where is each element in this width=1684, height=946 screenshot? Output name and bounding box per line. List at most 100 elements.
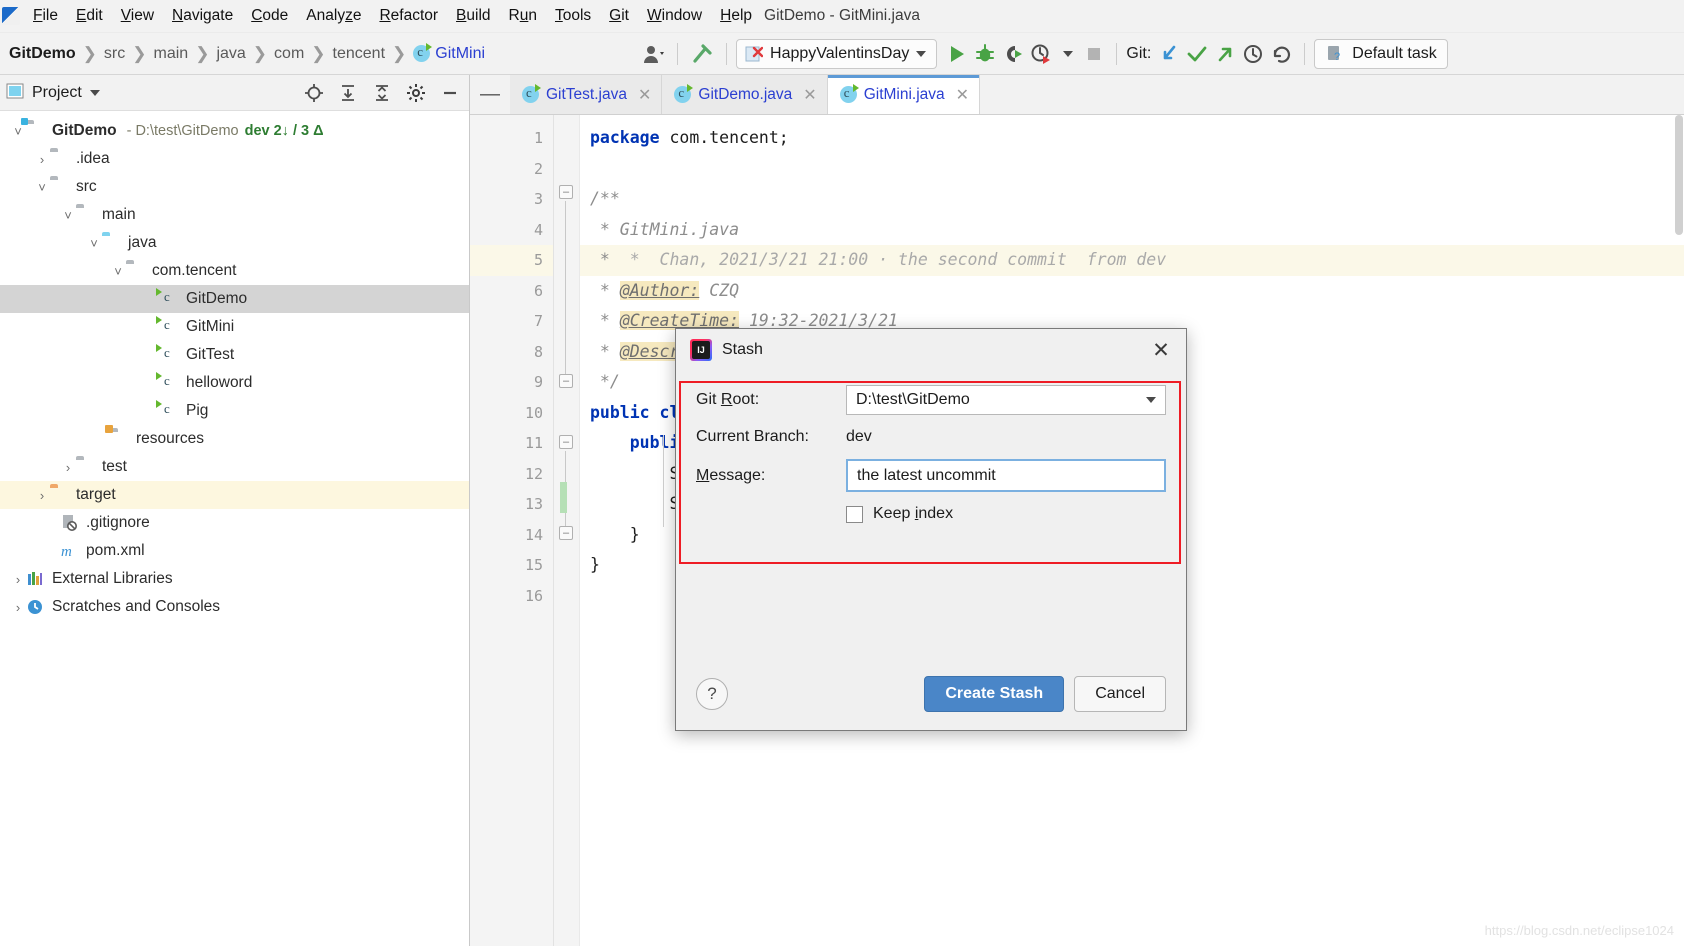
tree-node-gitmini-class[interactable]: GitMini [0,313,469,341]
tree-node-gittest-class[interactable]: GitTest [0,341,469,369]
chevron-right-icon[interactable]: › [10,572,26,587]
task-selector[interactable]: ? Default task [1314,38,1448,69]
menu-analyze[interactable]: Analyze [297,3,370,29]
cancel-button[interactable]: Cancel [1074,676,1166,712]
breadcrumb-item-5[interactable]: tencent [328,45,390,63]
breadcrumb-item-3[interactable]: java [211,45,250,63]
help-button[interactable]: ? [696,678,728,710]
chevron-right-icon[interactable]: › [10,600,26,615]
tree-node-java[interactable]: ˅ java [0,229,469,257]
create-stash-button[interactable]: Create Stash [924,676,1065,712]
tree-node-com-tencent[interactable]: ˅ com.tencent [0,257,469,285]
run-button[interactable] [943,40,971,68]
chevron-down-icon[interactable] [916,50,927,57]
tab-gitdemo-java[interactable]: GitDemo.java ✕ [662,75,828,114]
tree-node-src[interactable]: ˅ src [0,173,469,201]
menu-refactor[interactable]: Refactor [370,3,447,29]
chevron-down-icon[interactable] [1141,390,1161,410]
stash-dialog[interactable]: Stash ✕ Git Root: D:\test\GitDemo Curren… [675,328,1187,731]
chevron-down-icon[interactable] [1055,40,1081,68]
resource-folder-icon [110,430,130,448]
rollback-icon[interactable] [1267,40,1295,68]
hammer-icon[interactable] [687,40,717,68]
menu-edit[interactable]: Edit [67,3,112,29]
debug-button[interactable] [971,40,999,68]
tree-node-gitignore[interactable]: .gitignore [0,509,469,537]
chevron-down-icon[interactable]: ˅ [110,264,126,279]
fold-column[interactable]: – – – – [554,115,580,946]
chevron-right-icon[interactable]: › [60,460,76,475]
fold-collapse-icon[interactable]: – [559,526,573,540]
tree-node-test[interactable]: › test [0,453,469,481]
vcs-change-marker[interactable] [560,482,567,513]
close-icon[interactable]: ✕ [1146,335,1176,365]
fold-expand-icon[interactable]: – [559,374,573,388]
menu-view[interactable]: View [112,3,163,29]
breadcrumb-item-4[interactable]: com [269,45,309,63]
tree-node-helloword-class[interactable]: helloword [0,369,469,397]
hide-panel-icon[interactable] [437,80,463,106]
tree-node-label: java [128,234,157,251]
menu-navigate[interactable]: Navigate [163,3,242,29]
tree-node-main[interactable]: ˅ main [0,201,469,229]
toolbar-divider [1304,42,1306,65]
editor-gutter[interactable]: 1 2 3 4 5 6 7 8 9 10 11 12 13 14 15 16 [470,115,554,946]
expand-all-icon[interactable] [335,80,361,106]
avatar-icon[interactable] [640,40,668,68]
menu-git[interactable]: Git [600,3,638,29]
chevron-right-icon[interactable]: › [34,488,50,503]
settings-gear-icon[interactable] [403,80,429,106]
chevron-down-icon[interactable]: ˅ [10,124,26,139]
tree-node-pom-xml[interactable]: m pom.xml [0,537,469,565]
git-commit-icon[interactable] [1183,40,1211,68]
hide-editor-icon[interactable]: — [470,75,510,114]
tree-node-scratches-and-consoles[interactable]: › Scratches and Consoles [0,593,469,621]
chevron-right-icon[interactable]: › [34,152,50,167]
tree-node-gitdemo-class[interactable]: GitDemo [0,285,469,313]
profiler-button[interactable] [1027,40,1055,68]
menu-help[interactable]: Help [711,3,761,29]
run-with-coverage-button[interactable] [999,40,1027,68]
fold-collapse-icon[interactable]: – [559,185,573,199]
menu-build[interactable]: Build [447,3,499,29]
run-configuration-selector[interactable]: HappyValentinsDay [736,38,938,69]
message-input[interactable]: the latest uncommit [846,459,1166,492]
history-icon[interactable] [1239,40,1267,68]
dialog-footer: ? Create Stash Cancel [676,658,1186,730]
close-icon[interactable]: ✕ [803,85,816,105]
tree-node-pig-class[interactable]: Pig [0,397,469,425]
tab-gitmini-java[interactable]: GitMini.java ✕ [827,75,981,114]
fold-collapse-icon[interactable]: – [559,435,573,449]
chevron-down-icon[interactable] [89,89,100,96]
chevron-down-icon[interactable]: ˅ [60,208,76,223]
breadcrumb-item-2[interactable]: main [149,45,194,63]
tab-gittest-java[interactable]: GitTest.java ✕ [510,75,663,114]
keep-index-checkbox[interactable] [846,505,863,523]
breadcrumb-item-0[interactable]: GitDemo [4,45,81,63]
menu-tools[interactable]: Tools [546,3,600,29]
tree-node-external-libraries[interactable]: › External Libraries [0,565,469,593]
chevron-down-icon[interactable]: ˅ [86,236,102,251]
project-tree[interactable]: ˅ GitDemo - D:\test\GitDemo dev 2↓ / 3 Δ… [0,111,469,621]
locate-icon[interactable] [301,80,327,106]
close-icon[interactable]: ✕ [956,85,969,105]
breadcrumb-item-1[interactable]: src [99,45,130,63]
tree-node-idea[interactable]: › .idea [0,145,469,173]
git-root-combobox[interactable]: D:\test\GitDemo [846,385,1166,415]
tree-node-resources[interactable]: resources [0,425,469,453]
tree-node-gitdemo-root[interactable]: ˅ GitDemo - D:\test\GitDemo dev 2↓ / 3 Δ [0,117,469,145]
git-update-icon[interactable] [1155,40,1183,68]
scrollbar-thumb[interactable] [1675,115,1683,235]
git-push-icon[interactable] [1211,40,1239,68]
menu-run[interactable]: Run [500,3,546,29]
keep-index-row[interactable]: Keep index [846,505,1166,523]
collapse-all-icon[interactable] [369,80,395,106]
chevron-down-icon[interactable]: ˅ [34,180,50,195]
menu-code[interactable]: Code [242,3,297,29]
tree-node-target[interactable]: › target [0,481,469,509]
breadcrumb-item-6[interactable]: GitMini [435,45,490,63]
menu-file[interactable]: File [24,3,67,29]
menu-window[interactable]: Window [638,3,711,29]
close-icon[interactable]: ✕ [638,85,651,105]
editor-vertical-scrollbar[interactable] [1674,115,1684,946]
